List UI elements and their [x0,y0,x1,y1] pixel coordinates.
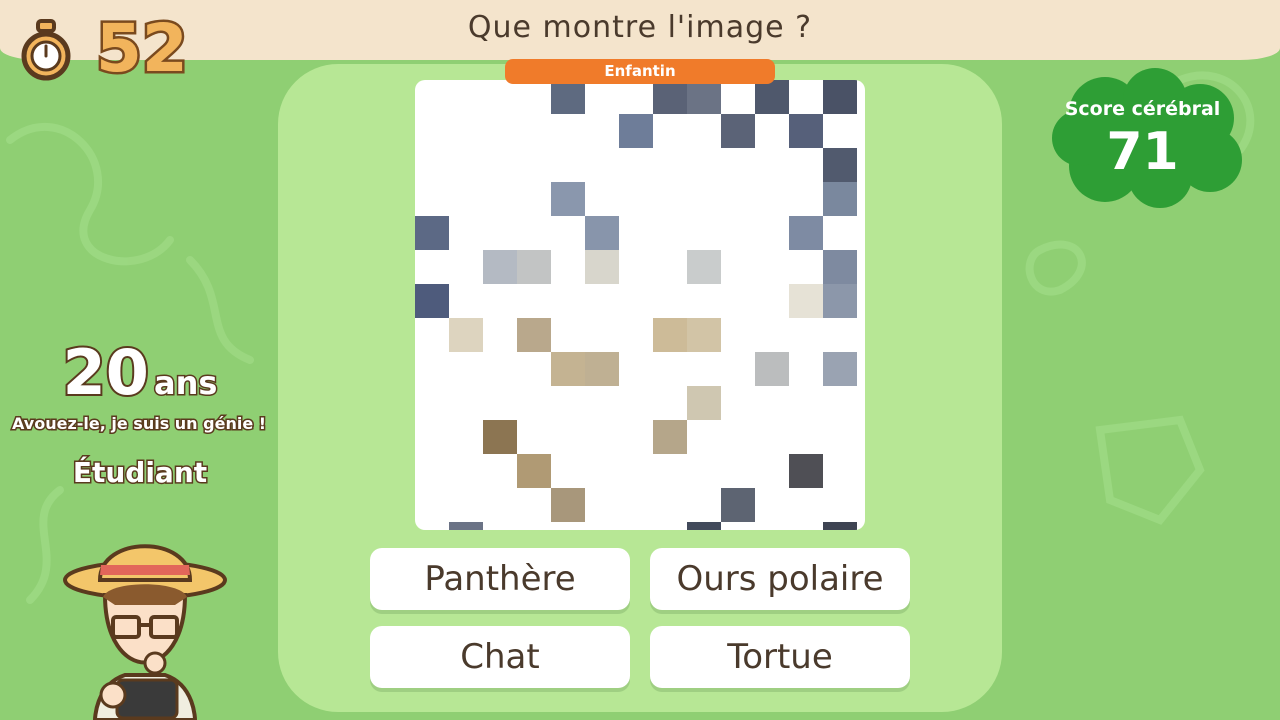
puzzle-tile [789,216,823,250]
puzzle-tile [823,80,857,114]
puzzle-tile [551,352,585,386]
puzzle-tile [551,182,585,216]
puzzle-tile [585,250,619,284]
difficulty-badge: Enfantin [505,59,775,84]
rank-title: Étudiant [71,455,208,491]
stopwatch-icon [21,19,71,81]
puzzle-tile [415,284,449,318]
answer-button-ours-polaire[interactable]: Ours polaire [650,548,910,610]
answer-button-tortue[interactable]: Tortue [650,626,910,688]
age-value: 20 [61,334,151,411]
puzzle-tile [823,352,857,386]
question-title: Que montre l'image ? [467,10,813,45]
puzzle-tile [449,522,483,530]
puzzle-tile [585,352,619,386]
puzzle-tile [687,250,721,284]
puzzle-tile [823,522,857,530]
puzzle-tile [687,80,721,114]
puzzle-tile [653,80,687,114]
puzzle-tile [789,284,823,318]
puzzle-tile [687,522,721,530]
puzzle-tile [823,182,857,216]
puzzle-tile [517,318,551,352]
result-comment: Avouez-le, je suis un génie ! [10,413,267,435]
score-value: 71 [1106,122,1179,182]
puzzle-tile [823,284,857,318]
puzzle-tile [517,250,551,284]
puzzle-tile [823,148,857,182]
puzzle-tile [687,318,721,352]
puzzle-tile [551,80,585,114]
puzzle-tile [721,488,755,522]
puzzle-tile [687,386,721,420]
puzzle-tile [449,318,483,352]
puzzle-tile [653,318,687,352]
brain-age: 20 ans [0,334,280,411]
puzzle-tile [585,216,619,250]
puzzle-tile [551,488,585,522]
puzzle-tile [517,454,551,488]
answer-button-panthere[interactable]: Panthère [370,548,630,610]
puzzle-tile [789,454,823,488]
puzzle-tile [415,216,449,250]
puzzle-tile [653,420,687,454]
puzzle-tile [789,114,823,148]
answer-button-chat[interactable]: Chat [370,626,630,688]
puzzle-tile [823,250,857,284]
puzzle-tile [483,250,517,284]
puzzle-tile [483,420,517,454]
timer-value: 52 [94,10,191,87]
character-avatar [63,544,227,720]
timer: 52 [18,10,191,87]
score-label: Score cérébral [1064,98,1221,120]
puzzle-tile [619,114,653,148]
puzzle-tile [755,80,789,114]
puzzle-tile [721,114,755,148]
puzzle-image [415,80,865,530]
puzzle-tile [755,352,789,386]
age-unit: ans [152,363,218,404]
